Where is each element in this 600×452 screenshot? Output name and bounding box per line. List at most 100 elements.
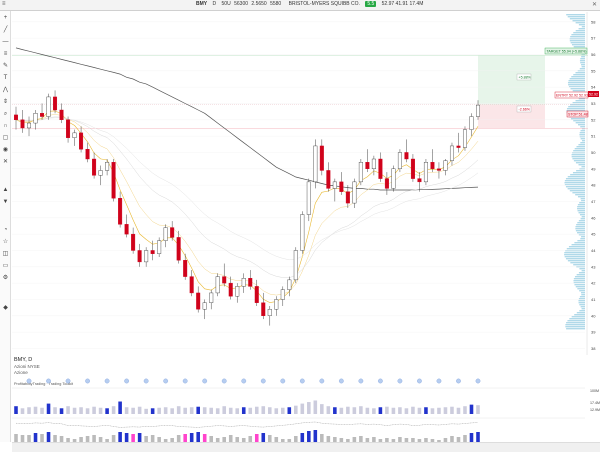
position-zones[interactable] <box>12 55 588 129</box>
candle[interactable] <box>131 227 136 254</box>
candle[interactable] <box>27 116 32 137</box>
candle[interactable] <box>105 159 110 176</box>
candle[interactable] <box>228 276 233 300</box>
candle[interactable] <box>14 106 18 130</box>
candle[interactable] <box>53 90 58 114</box>
candle[interactable] <box>98 165 103 186</box>
candle[interactable] <box>352 178 357 208</box>
event-marker[interactable] <box>202 378 208 384</box>
candle[interactable] <box>196 286 201 313</box>
candle[interactable] <box>33 110 38 130</box>
candle[interactable] <box>378 152 383 182</box>
candle[interactable] <box>293 247 298 284</box>
stop-zone[interactable] <box>478 104 545 129</box>
event-marker[interactable] <box>436 378 442 384</box>
event-marker[interactable] <box>260 378 266 384</box>
candle[interactable] <box>261 292 266 320</box>
event-marker[interactable] <box>241 378 247 384</box>
event-marker[interactable] <box>143 378 149 384</box>
candle[interactable] <box>163 224 168 248</box>
candle[interactable] <box>410 154 415 182</box>
volume-profile-bar <box>577 232 585 234</box>
candle[interactable] <box>254 279 259 306</box>
candle[interactable] <box>157 237 162 257</box>
event-markers[interactable] <box>26 378 481 384</box>
event-marker[interactable] <box>475 378 481 384</box>
candle[interactable] <box>59 103 64 124</box>
event-marker[interactable] <box>65 378 71 384</box>
candle[interactable] <box>319 139 324 176</box>
candle[interactable] <box>118 191 123 228</box>
candle[interactable] <box>462 126 467 151</box>
candle[interactable] <box>202 299 207 320</box>
candle[interactable] <box>280 286 285 306</box>
candle[interactable] <box>46 93 51 120</box>
candle[interactable] <box>300 211 305 254</box>
candle[interactable] <box>469 113 474 137</box>
candle[interactable] <box>306 178 311 222</box>
candle[interactable] <box>209 289 214 310</box>
candle[interactable] <box>72 129 77 146</box>
candle[interactable] <box>137 243 142 267</box>
event-marker[interactable] <box>456 378 461 384</box>
event-marker[interactable] <box>182 378 188 384</box>
event-marker[interactable] <box>26 378 32 384</box>
volume-profile-bar <box>571 244 585 246</box>
candle[interactable] <box>449 142 454 166</box>
event-marker[interactable] <box>339 378 344 384</box>
candle[interactable] <box>456 132 461 153</box>
event-marker[interactable] <box>397 378 403 384</box>
candle[interactable] <box>79 126 84 153</box>
candle[interactable] <box>313 139 318 189</box>
volume-bar <box>196 406 200 414</box>
candle[interactable] <box>384 172 389 195</box>
candle[interactable] <box>267 306 272 326</box>
candle[interactable] <box>339 172 344 195</box>
candle[interactable] <box>287 276 292 297</box>
target-zone[interactable] <box>478 55 545 105</box>
price-tick-label: 38 <box>591 346 596 351</box>
candle[interactable] <box>358 159 363 186</box>
event-marker[interactable] <box>378 378 383 384</box>
candle[interactable] <box>443 159 448 176</box>
candle[interactable] <box>371 155 376 176</box>
candle[interactable] <box>92 152 97 179</box>
event-marker[interactable] <box>104 378 110 384</box>
event-marker[interactable] <box>46 378 51 384</box>
event-marker[interactable] <box>124 378 129 384</box>
candle[interactable] <box>248 270 253 290</box>
event-marker[interactable] <box>299 378 305 384</box>
candle[interactable] <box>111 159 116 202</box>
candle[interactable] <box>20 110 25 133</box>
candle[interactable] <box>391 165 396 192</box>
candle[interactable] <box>274 296 279 316</box>
candle[interactable] <box>423 159 428 186</box>
event-marker[interactable] <box>417 378 422 384</box>
candles[interactable] <box>14 90 480 326</box>
candle[interactable] <box>332 178 337 202</box>
candle[interactable] <box>144 247 149 267</box>
event-marker[interactable] <box>163 378 169 384</box>
event-marker[interactable] <box>85 378 90 384</box>
candle[interactable] <box>66 116 71 143</box>
event-marker[interactable] <box>280 378 286 384</box>
candle[interactable] <box>215 273 220 297</box>
oscillator-bar <box>202 434 207 442</box>
candle[interactable] <box>436 162 441 179</box>
volume-profile-bar <box>573 160 585 162</box>
candle[interactable] <box>404 139 409 163</box>
event-marker[interactable] <box>221 378 227 384</box>
candle[interactable] <box>189 270 194 297</box>
event-marker[interactable] <box>319 378 325 384</box>
event-marker[interactable] <box>358 378 364 384</box>
candle[interactable] <box>176 230 181 264</box>
candle[interactable] <box>241 273 246 293</box>
price-chart[interactable]: 58 57 56 55 54 53 52 51 50 49 48 47 46 45 44 43 42 41 40 39… <box>0 0 600 452</box>
candle[interactable] <box>235 283 240 303</box>
candle[interactable] <box>345 185 350 208</box>
candle[interactable] <box>326 162 331 192</box>
candle[interactable] <box>85 142 90 163</box>
candle[interactable] <box>397 149 402 173</box>
price-axis[interactable]: 58 57 56 55 54 53 52 51 50 49 48 47 46 45 44 43 42 41 40 39… <box>586 12 596 355</box>
volume-bar <box>215 408 220 414</box>
